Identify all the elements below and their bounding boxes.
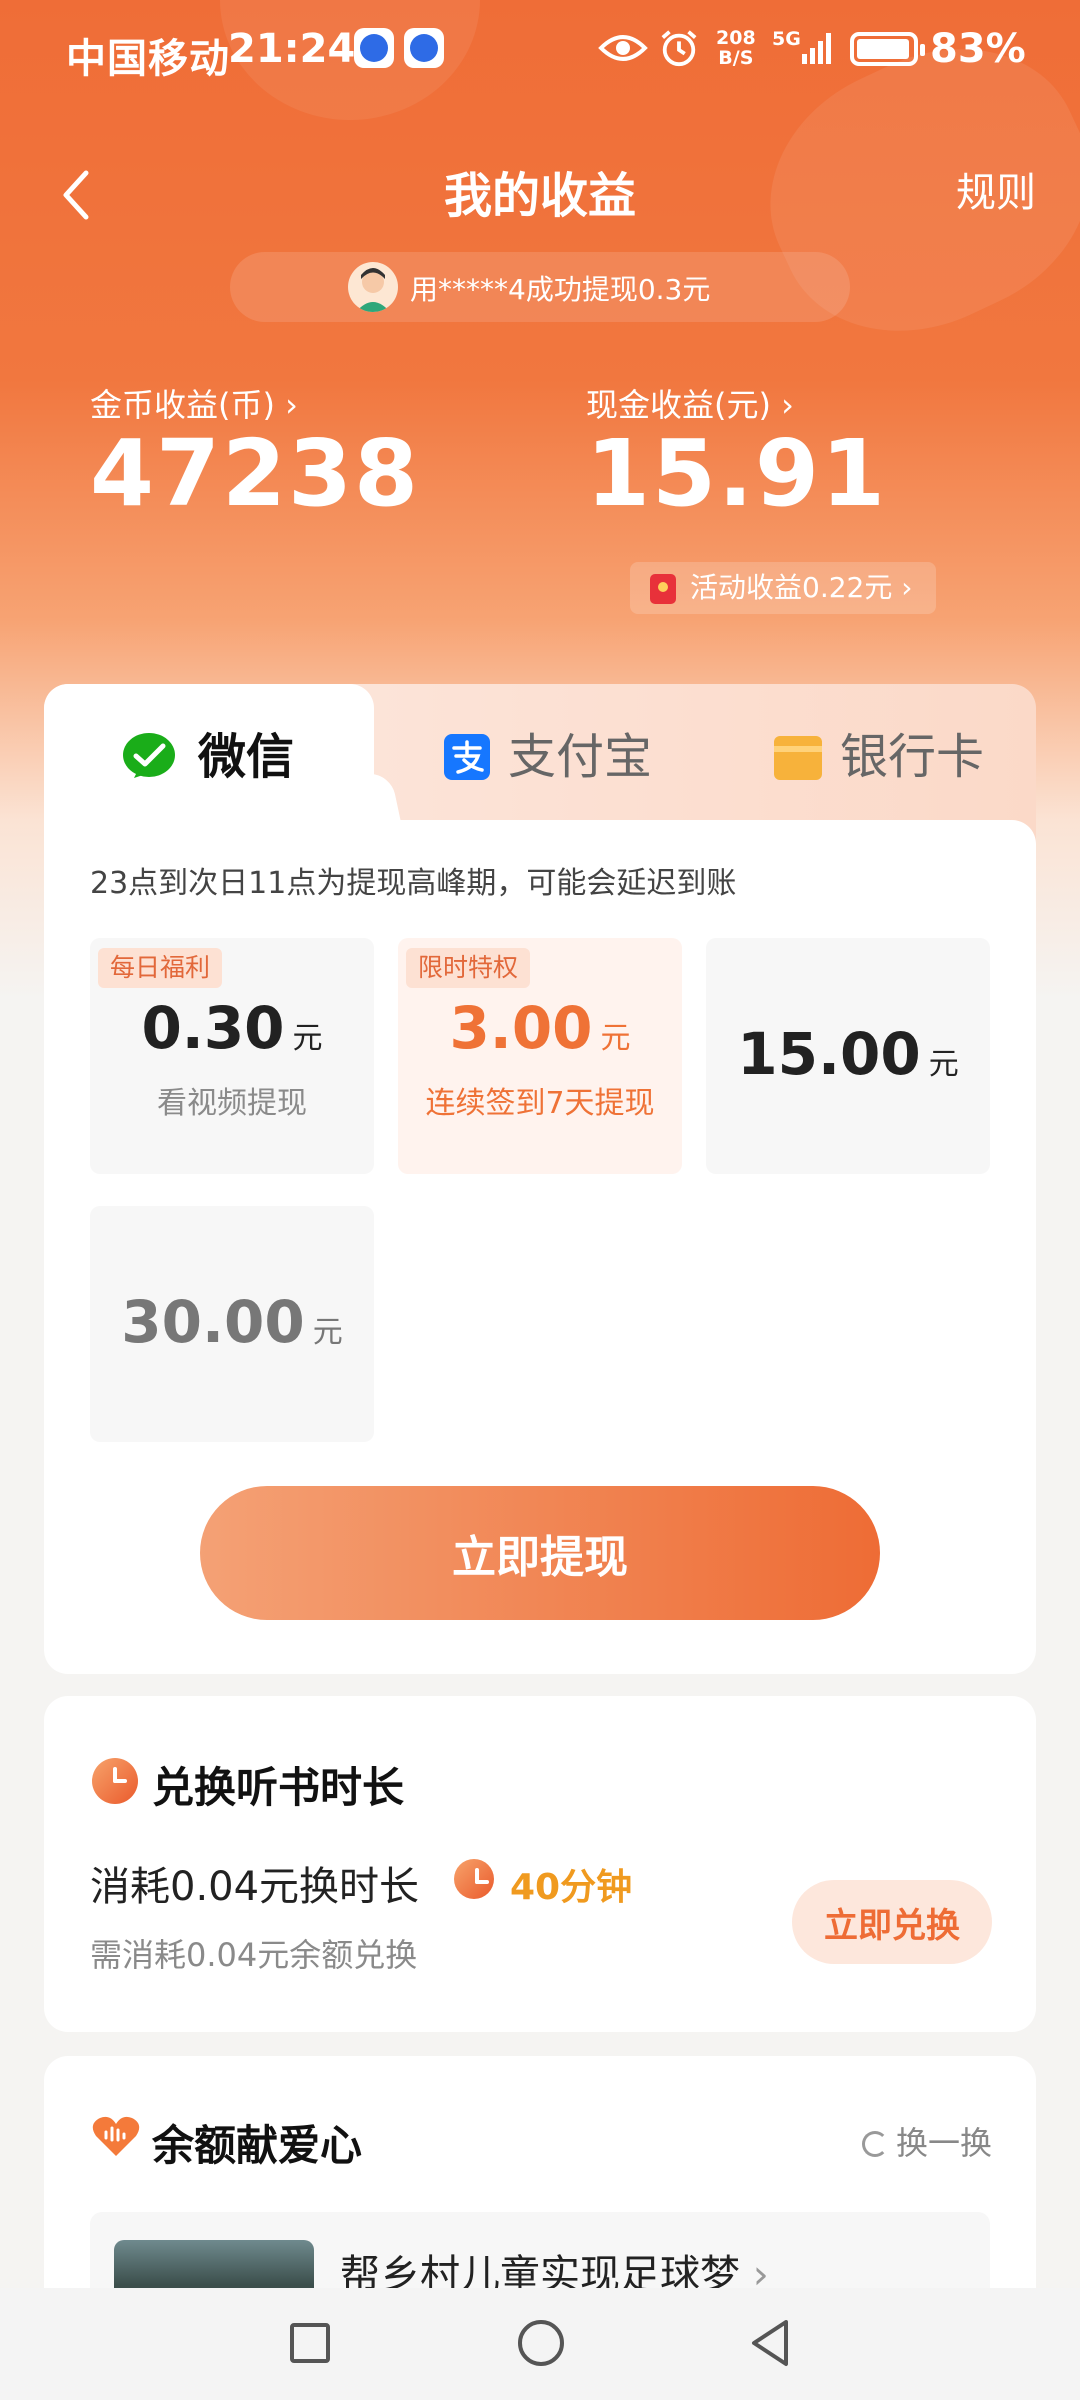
cash-earnings-label-text: 现金收益(元) (586, 386, 771, 424)
net-speed: 208 B/S (716, 28, 756, 68)
recent-apps-icon[interactable] (290, 2323, 330, 2363)
coin-earnings-label-text: 金币收益(币) (90, 386, 275, 424)
withdraw-ticker: 用*****4成功提现0.3元 (230, 252, 850, 322)
charity-title: 余额献爱心 (152, 2121, 363, 2170)
signal-icon (802, 33, 831, 64)
refresh-label: 换一换 (895, 2124, 992, 2162)
activity-earnings-chip[interactable]: 活动收益0.22元 › (630, 562, 937, 614)
coin-earnings-value: 47238 (90, 420, 421, 527)
carrier-label: 中国移动 (66, 36, 230, 82)
option-badge: 限时特权 (406, 948, 531, 988)
network-type: 5G (772, 28, 801, 50)
battery-percent: 83% (930, 26, 1026, 72)
home-icon[interactable] (518, 2320, 564, 2366)
option-subtitle: 连续签到7天提现 (425, 1086, 655, 1121)
option-amount: 15.00 元 (706, 1020, 990, 1088)
amount-option-30.00[interactable]: 30.00 元 (90, 1206, 374, 1442)
battery-icon (850, 32, 925, 66)
amount-option-0.30[interactable]: 每日福利 0.30 元 看视频提现 (90, 938, 374, 1174)
wechat-icon (123, 733, 175, 778)
eye-icon (598, 35, 648, 61)
page-title: 我的收益 (443, 168, 636, 224)
option-unit: 元 (928, 1047, 959, 1082)
heart-icon (92, 2116, 140, 2156)
exchange-cost: 消耗0.04元换时长 (90, 1864, 420, 1910)
alipay-icon (444, 734, 490, 780)
option-unit: 元 (292, 1021, 323, 1056)
net-speed-value: 208 (716, 27, 756, 49)
bank-card-icon (774, 736, 822, 780)
refresh-button[interactable]: 换一换 (861, 2118, 992, 2164)
baidu-app-icon (404, 28, 444, 68)
chevron-right-icon: › (901, 571, 913, 604)
user-avatar (348, 262, 398, 312)
status-bar: 中国移动 21:24 208 B/S 5G 83% (0, 0, 1080, 100)
tab-wechat-label: 微信 (198, 729, 295, 785)
option-amount-number: 15.00 (737, 1020, 921, 1088)
option-amount: 3.00 元 (398, 994, 682, 1062)
amount-option-3.00[interactable]: 限时特权 3.00 元 连续签到7天提现 (398, 938, 682, 1174)
chevron-right-icon: › (781, 386, 794, 424)
clock: 21:24 (228, 26, 356, 72)
chevron-right-icon: › (285, 386, 298, 424)
exchange-subtitle: 需消耗0.04元余额兑换 (90, 1936, 418, 1974)
option-badge: 每日福利 (98, 948, 223, 988)
cash-earnings-value: 15.91 (586, 420, 888, 527)
withdraw-notice: 23点到次日11点为提现高峰期，可能会延迟到账 (90, 866, 737, 901)
rules-link[interactable]: 规则 (956, 160, 1036, 218)
option-amount-number: 0.30 (141, 994, 285, 1062)
back-triangle-icon[interactable] (748, 2318, 792, 2368)
exchange-card: 兑换听书时长 消耗0.04元换时长 40分钟 需消耗0.04元余额兑换 立即兑换 (44, 1696, 1036, 2032)
tab-alipay-label: 支付宝 (508, 729, 653, 785)
refresh-icon (861, 2131, 888, 2157)
clock-icon (92, 1758, 138, 1804)
option-amount-number: 3.00 (449, 994, 593, 1062)
amount-option-15.00[interactable]: 15.00 元 (706, 938, 990, 1174)
option-amount: 30.00 元 (90, 1288, 374, 1356)
ticker-text: 用*****4成功提现0.3元 (410, 273, 711, 306)
option-unit: 元 (312, 1315, 343, 1350)
exchange-now-button[interactable]: 立即兑换 (792, 1880, 992, 1964)
withdraw-card: 微信 支付宝 银行卡 23点到次日11点为提现高峰期，可能会延迟到账 每日福利 … (44, 684, 1036, 1674)
activity-earnings-text: 活动收益0.22元 (690, 571, 893, 604)
option-amount: 0.30 元 (90, 994, 374, 1062)
alarm-icon (661, 30, 697, 67)
tab-bank-card-label: 银行卡 (840, 729, 985, 785)
option-subtitle: 看视频提现 (157, 1086, 307, 1121)
baidu-app-icon (354, 28, 394, 68)
system-navigation-bar (0, 2288, 1080, 2400)
withdraw-now-button[interactable]: 立即提现 (200, 1486, 880, 1620)
clock-icon (454, 1859, 494, 1899)
exchange-minutes: 40分钟 (510, 1867, 633, 1908)
red-packet-icon (650, 574, 676, 604)
net-speed-unit: B/S (718, 47, 754, 69)
option-amount-number: 30.00 (121, 1288, 305, 1356)
option-unit: 元 (600, 1021, 631, 1056)
exchange-title: 兑换听书时长 (152, 1763, 405, 1812)
